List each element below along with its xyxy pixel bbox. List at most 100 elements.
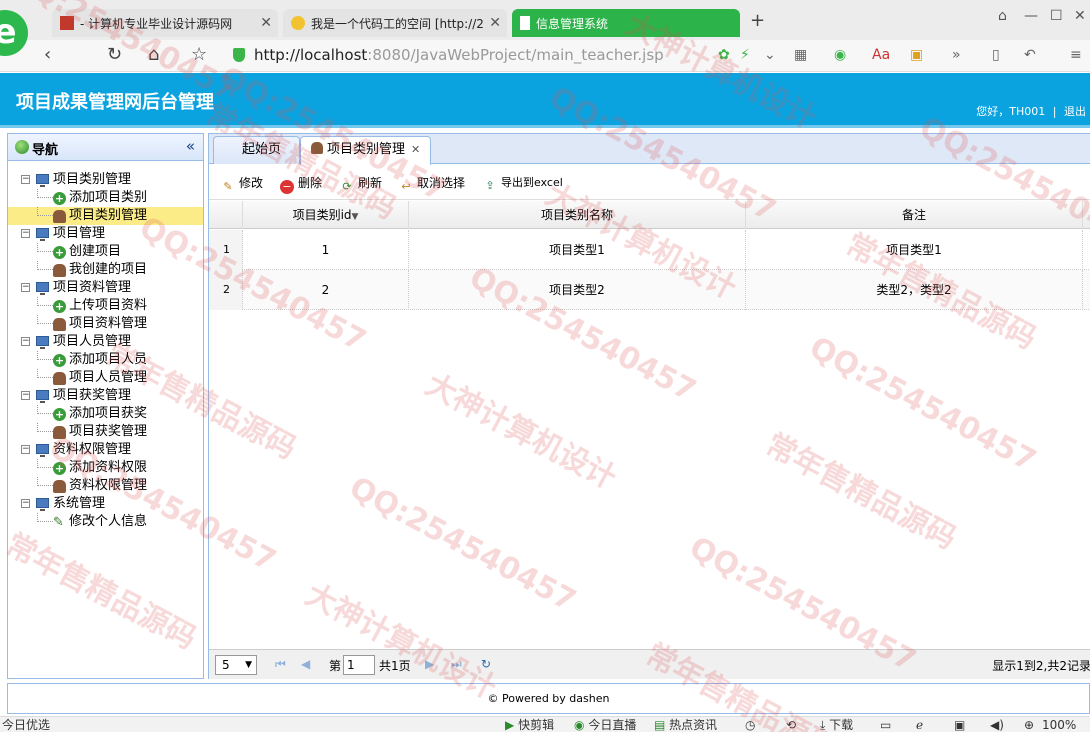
clock-icon[interactable]: ◷ [745, 717, 755, 732]
tree-item-award-manage[interactable]: 项目获奖管理 [8, 423, 203, 441]
close-tab-icon[interactable]: ✕ [411, 143, 420, 156]
home-icon[interactable]: ⌂ [148, 45, 159, 65]
undo-icon: ↩ [401, 180, 411, 193]
collapse-toggle-icon[interactable]: − [21, 391, 30, 400]
column-header-id[interactable]: 项目类别id▼ [243, 201, 409, 229]
tree-item-add-staff[interactable]: + 添加项目人员 [8, 351, 203, 369]
star-icon[interactable]: ☆ [191, 45, 207, 65]
refresh-button[interactable]: ⟳ 刷新 [340, 174, 382, 194]
computer-icon [36, 390, 49, 403]
prev-page-icon[interactable]: ◀ [301, 657, 310, 671]
undo-icon[interactable]: ↶ [1024, 47, 1036, 63]
delete-button[interactable]: − 删除 [280, 174, 322, 194]
browser-tab-3-active[interactable]: 信息管理系统 [512, 9, 740, 37]
cancel-select-button[interactable]: ↩ 取消选择 [399, 174, 465, 194]
edit-icon: ✎ [223, 180, 233, 193]
reload-page-icon[interactable]: ↻ [481, 657, 491, 671]
phone-icon[interactable]: ▯ [992, 47, 1000, 63]
tree-item-staff-manage[interactable]: 项目人员管理 [8, 369, 203, 387]
tree-item-files-manage[interactable]: 项目资料管理 [8, 315, 203, 333]
tree-item-label: 我创建的项目 [69, 262, 148, 277]
column-header-note[interactable]: 备注 [746, 201, 1083, 229]
tree-item-edit-profile[interactable]: ✎ 修改个人信息 [8, 513, 203, 531]
table-row[interactable]: 1 1 项目类型1 项目类型1 [209, 230, 1090, 270]
skin-icon[interactable]: ⌂ [998, 8, 1007, 24]
collapse-toggle-icon[interactable]: − [21, 499, 30, 508]
collapse-toggle-icon[interactable]: − [21, 337, 30, 346]
collapse-toggle-icon[interactable]: − [21, 175, 30, 184]
close-tab-icon[interactable]: ✕ [260, 15, 272, 31]
tree-group-project[interactable]: − 项目管理 [8, 225, 203, 243]
close-tab-icon[interactable]: ✕ [489, 15, 501, 31]
status-left-text[interactable]: 今日优选 [2, 717, 50, 732]
tree-item-permission-manage[interactable]: 资料权限管理 [8, 477, 203, 495]
tree-group-label: 项目资料管理 [53, 280, 132, 295]
page-number-input[interactable]: 1 [343, 655, 375, 675]
logout-link[interactable]: 退出 [1064, 105, 1086, 118]
zoom-level[interactable]: 100% [1042, 717, 1076, 732]
compat-mode-icon[interactable]: ✿ [718, 47, 730, 63]
window-icon[interactable]: ▭ [880, 717, 891, 732]
cell-id: 1 [243, 230, 409, 270]
tree-group-project-awards[interactable]: − 项目获奖管理 [8, 387, 203, 405]
user-info: 您好，TH001 | 退出 [976, 105, 1086, 118]
sync-icon[interactable]: ⟲ [786, 717, 796, 732]
edit-button[interactable]: ✎ 修改 [221, 174, 263, 194]
tree-item-create-project[interactable]: + 创建项目 [8, 243, 203, 261]
maximize-icon[interactable]: ☐ [1050, 8, 1063, 24]
url-input[interactable]: http://localhost:8080/JavaWebProject/mai… [254, 46, 664, 64]
screenshot-icon[interactable]: ▣ [910, 47, 923, 63]
live-button[interactable]: ◉ 今日直播 [574, 717, 636, 732]
collapse-sidebar-icon[interactable]: « [186, 137, 195, 155]
download-button[interactable]: ⤓ 下载 [820, 717, 853, 732]
tree-group-project-staff[interactable]: − 项目人员管理 [8, 333, 203, 351]
tree-group-project-category[interactable]: − 项目类别管理 [8, 171, 203, 189]
tab-category-manage[interactable]: 项目类别管理 ✕ [300, 136, 432, 165]
browser-tab-2[interactable]: 我是一个代码工的空间 [http://2 ✕ [283, 9, 507, 37]
menu-icon[interactable]: ≡ [1070, 47, 1082, 63]
tree-item-upload-files[interactable]: + 上传项目资料 [8, 297, 203, 315]
quick-edit-button[interactable]: ▶ 快剪辑 [505, 717, 554, 732]
sound-icon[interactable]: ◀) [990, 717, 1004, 732]
screenshot-icon[interactable]: ▣ [954, 717, 965, 732]
address-bar: ‹ ↻ ⌂ ☆ http://localhost:8080/JavaWebPro… [0, 40, 1090, 72]
minimize-icon[interactable]: — [1024, 8, 1038, 24]
tree-item-add-category[interactable]: + 添加项目类别 [8, 189, 203, 207]
first-page-icon[interactable]: ⏮ [275, 657, 286, 672]
table-row[interactable]: 2 2 项目类型2 类型2，类型2 [209, 270, 1090, 310]
status-item-label: 下载 [829, 718, 854, 732]
collapse-toggle-icon[interactable]: − [21, 445, 30, 454]
export-excel-button[interactable]: ⇪ 导出到excel [483, 174, 562, 193]
next-page-icon[interactable]: ▶ [425, 657, 434, 671]
ie-icon[interactable]: ℯ [916, 717, 923, 732]
tree-item-add-award[interactable]: + 添加项目获奖 [8, 405, 203, 423]
collapse-toggle-icon[interactable]: − [21, 229, 30, 238]
tree-item-my-projects[interactable]: 我创建的项目 [8, 261, 203, 279]
apps-icon[interactable]: ▦ [794, 47, 807, 63]
reload-icon[interactable]: ↻ [107, 45, 122, 65]
tree-group-file-permissions[interactable]: − 资料权限管理 [8, 441, 203, 459]
tree-item-add-permission[interactable]: + 添加资料权限 [8, 459, 203, 477]
last-page-icon[interactable]: ⏭ [451, 657, 462, 672]
back-icon[interactable]: ‹ [44, 45, 51, 65]
dropdown-icon[interactable]: ⌄ [764, 47, 776, 63]
sort-desc-icon: ▼ [351, 212, 359, 222]
close-window-icon[interactable]: ✕ [1074, 8, 1086, 24]
page-size-select[interactable]: 5 ▼ [215, 655, 257, 675]
collapse-toggle-icon[interactable]: − [21, 283, 30, 292]
user-icon [53, 426, 66, 439]
zoom-icon[interactable]: ⊕ [1024, 717, 1034, 732]
browser-tab-1[interactable]: - 计算机专业毕业设计源码网 ✕ [52, 9, 278, 37]
hot-news-button[interactable]: ▤ 热点资讯 [654, 717, 717, 732]
security-icon[interactable]: ◉ [834, 47, 846, 63]
tree-group-system[interactable]: − 系统管理 [8, 495, 203, 513]
tab-home[interactable]: 起始页 [213, 136, 301, 164]
tree-item-category-manage-selected[interactable]: 项目类别管理 [8, 207, 203, 225]
speed-mode-icon[interactable]: ⚡ [740, 47, 750, 63]
more-extensions-icon[interactable]: » [952, 47, 961, 63]
new-tab-icon[interactable]: + [750, 10, 765, 31]
translate-icon[interactable]: Aa [872, 47, 890, 63]
column-header-label: 备注 [901, 208, 926, 222]
tree-group-project-files[interactable]: − 项目资料管理 [8, 279, 203, 297]
column-header-name[interactable]: 项目类别名称 [409, 201, 746, 229]
